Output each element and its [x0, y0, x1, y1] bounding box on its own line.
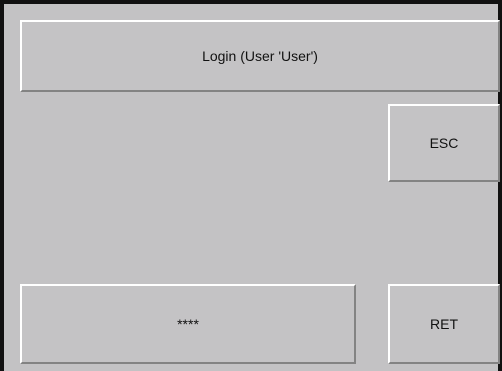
esc-button-label: ESC	[429, 135, 459, 151]
ret-button[interactable]: RET	[388, 284, 500, 364]
login-title: Login (User 'User')	[202, 48, 318, 64]
esc-button[interactable]: ESC	[388, 104, 500, 182]
login-title-bar: Login (User 'User')	[20, 20, 500, 92]
password-field[interactable]: ****	[20, 284, 356, 364]
password-value: ****	[177, 316, 199, 332]
ret-button-label: RET	[430, 316, 458, 332]
login-screen: Login (User 'User') ESC **** RET	[0, 0, 502, 371]
